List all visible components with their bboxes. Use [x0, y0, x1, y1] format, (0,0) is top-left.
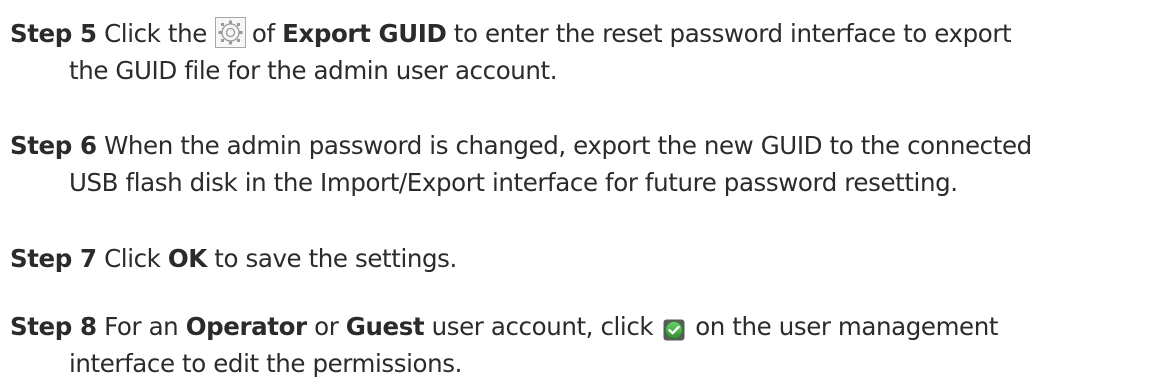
step-label: Step 5: [10, 19, 97, 48]
step-8: Step 8 For an Operator or Guest user acc…: [10, 312, 999, 378]
gear-settings-icon: [214, 16, 246, 48]
step-label: Step 7: [10, 244, 97, 273]
export-guid-term: Export GUID: [282, 19, 447, 48]
green-check-icon: [663, 314, 685, 341]
ok-term: OK: [167, 244, 207, 273]
step-7: Step 7 Click OK to save the settings.: [10, 244, 457, 273]
guest-term: Guest: [345, 312, 425, 341]
document-page: Step 5 Click the of Export GUID to enter…: [0, 0, 1155, 389]
step-5: Step 5 Click the of Export GUID to enter…: [0, 15, 1150, 89]
operator-term: Operator: [185, 312, 307, 341]
step-label: Step 8: [10, 312, 97, 341]
step-6: Step 6 When the admin password is change…: [10, 131, 1032, 197]
step-label: Step 6: [10, 131, 97, 160]
